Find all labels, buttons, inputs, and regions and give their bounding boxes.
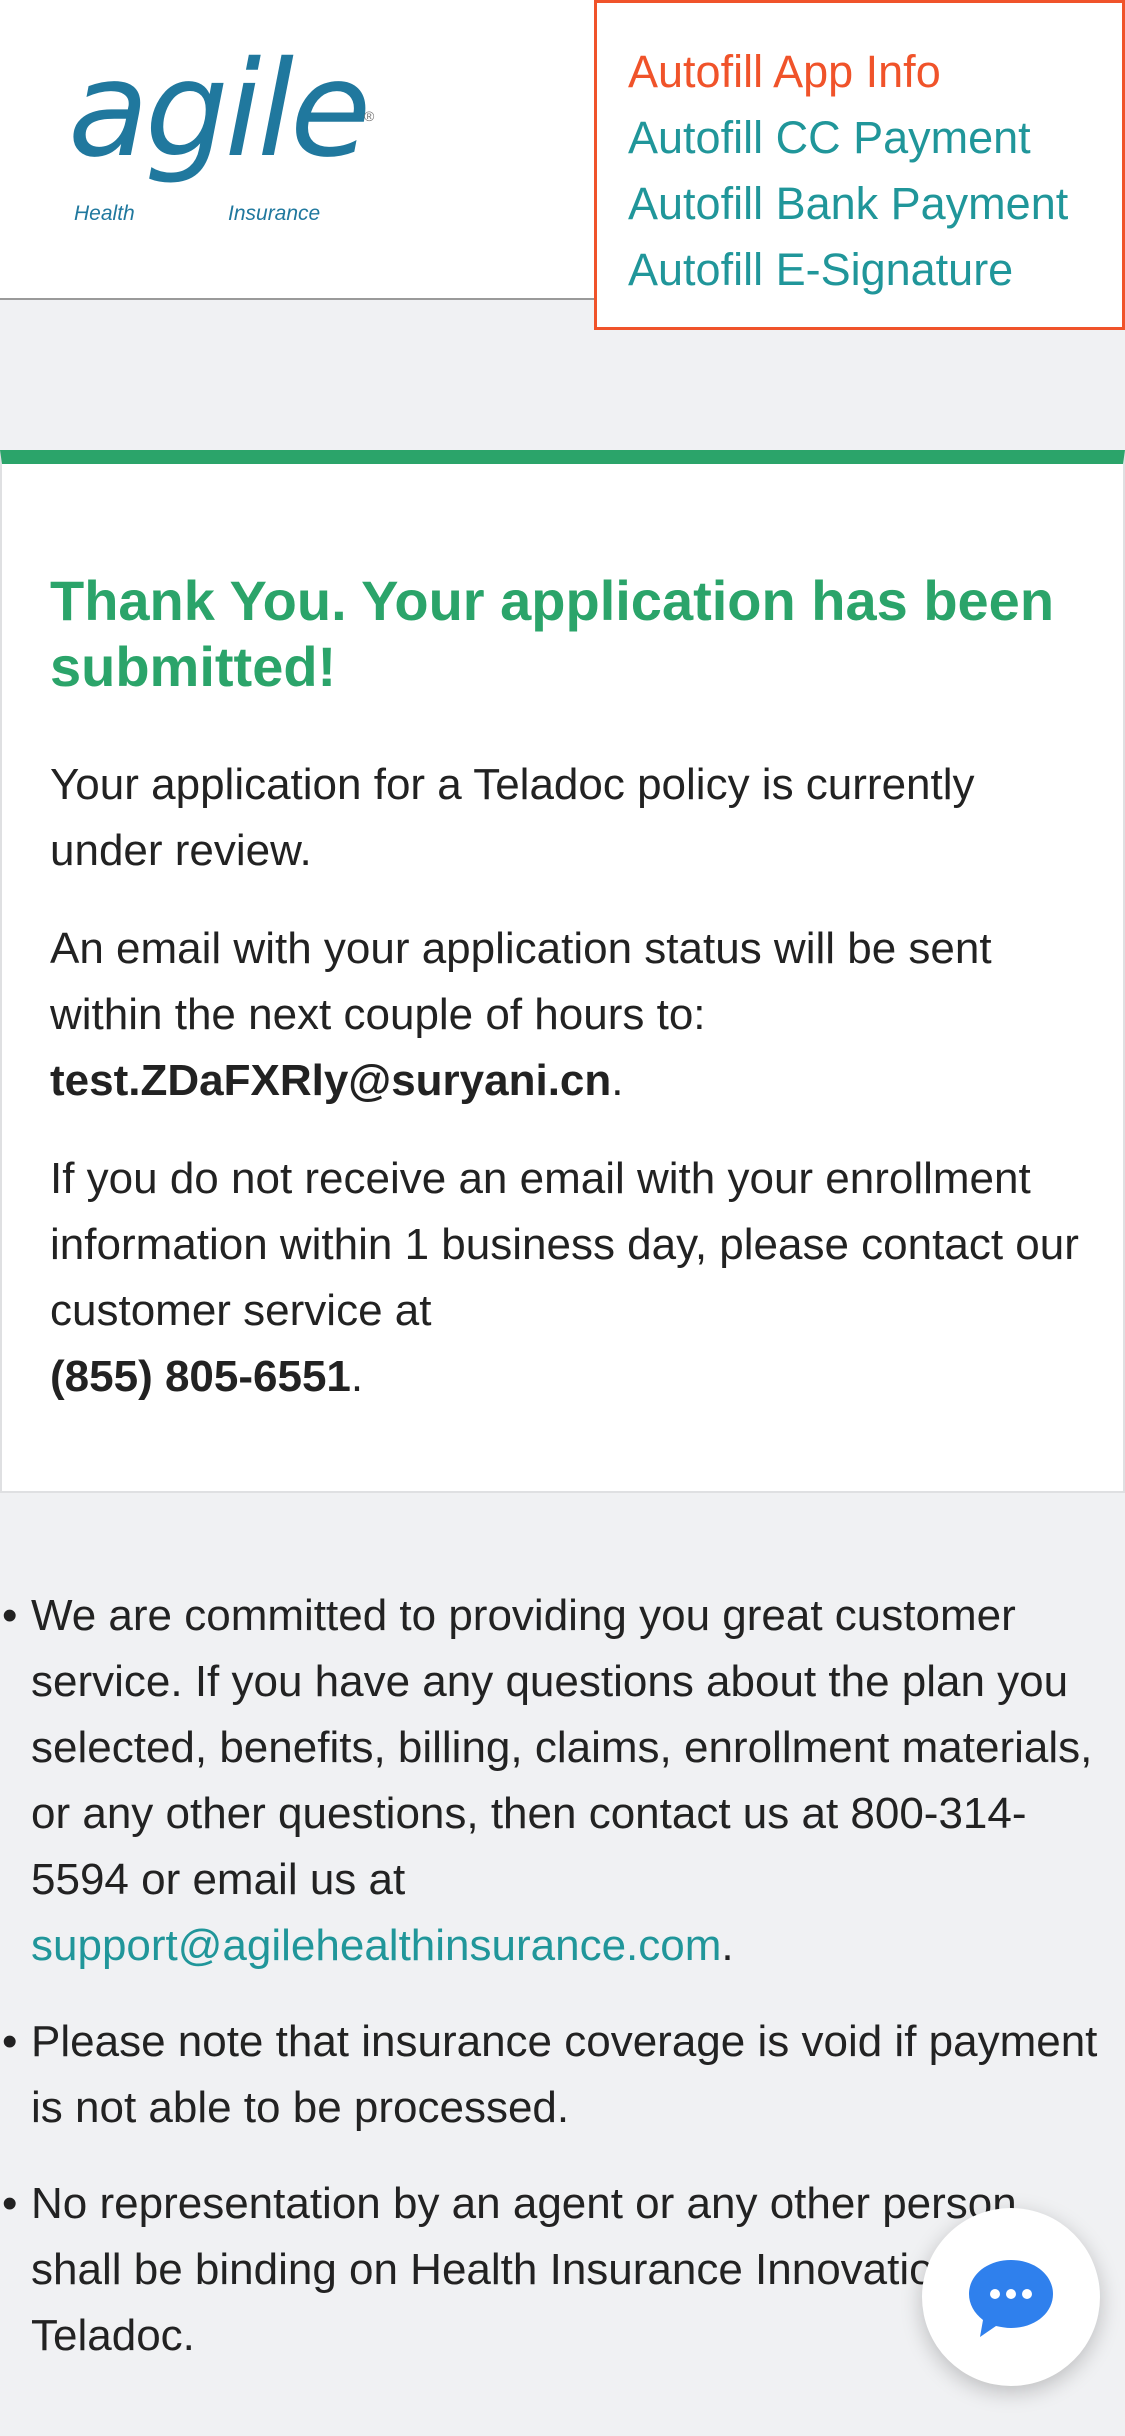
note-service-text: We are committed to providing you great … <box>31 1591 1093 1904</box>
note-representation-text: No representation by an agent or any oth… <box>31 2179 1032 2360</box>
bullet: • <box>2 2179 18 2228</box>
chat-button[interactable] <box>922 2208 1100 2386</box>
review-status-text: Your application for a Teladoc policy is… <box>50 760 975 875</box>
logo-tagline-insurance: Insurance <box>228 202 321 225</box>
logo-tagline-health: Health <box>74 202 135 225</box>
contact-notice: If you do not receive an email with your… <box>50 1146 1080 1410</box>
list-item: • We are committed to providing you great… <box>0 1583 1125 1979</box>
logo-registered-mark: ® <box>364 108 375 124</box>
note-coverage-text: Please note that insurance coverage is v… <box>31 2017 1098 2132</box>
bullet: • <box>2 2017 18 2066</box>
agile-logo[interactable]: agile ® Health Insurance <box>68 44 388 242</box>
list-item: • Please note that insurance coverage is … <box>0 2009 1125 2141</box>
confirmation-card: Thank You. Your application has been sub… <box>0 450 1125 1493</box>
email-notice: An email with your application status wi… <box>50 916 1080 1114</box>
bullet: • <box>2 1591 18 1640</box>
autofill-e-signature-link[interactable]: Autofill E-Signature <box>628 237 1122 303</box>
logo-wordmark: agile <box>68 33 371 187</box>
title-thank-you: Thank You. <box>50 569 347 632</box>
email-notice-text: An email with your application status wi… <box>50 924 992 1039</box>
contact-notice-text: If you do not receive an email with your… <box>50 1154 1079 1335</box>
autofill-cc-payment-link[interactable]: Autofill CC Payment <box>628 105 1122 171</box>
email-address: test.ZDaFXRly@suryani.cn <box>50 1056 612 1105</box>
support-email-link[interactable]: support@agilehealthinsurance.com <box>31 1921 721 1970</box>
autofill-bank-payment-link[interactable]: Autofill Bank Payment <box>628 171 1122 237</box>
note-period: . <box>721 1921 734 1970</box>
autofill-app-info-link[interactable]: Autofill App Info <box>628 39 1122 105</box>
customer-service-phone[interactable]: (855) 805-6551 <box>50 1352 351 1401</box>
autofill-menu: Autofill App Info Autofill CC Payment Au… <box>594 0 1125 330</box>
confirmation-title: Thank You. Your application has been sub… <box>50 568 1080 700</box>
chat-bubble-icon <box>969 2260 1053 2337</box>
phone-period: . <box>350 1352 364 1401</box>
email-period: . <box>611 1056 624 1105</box>
